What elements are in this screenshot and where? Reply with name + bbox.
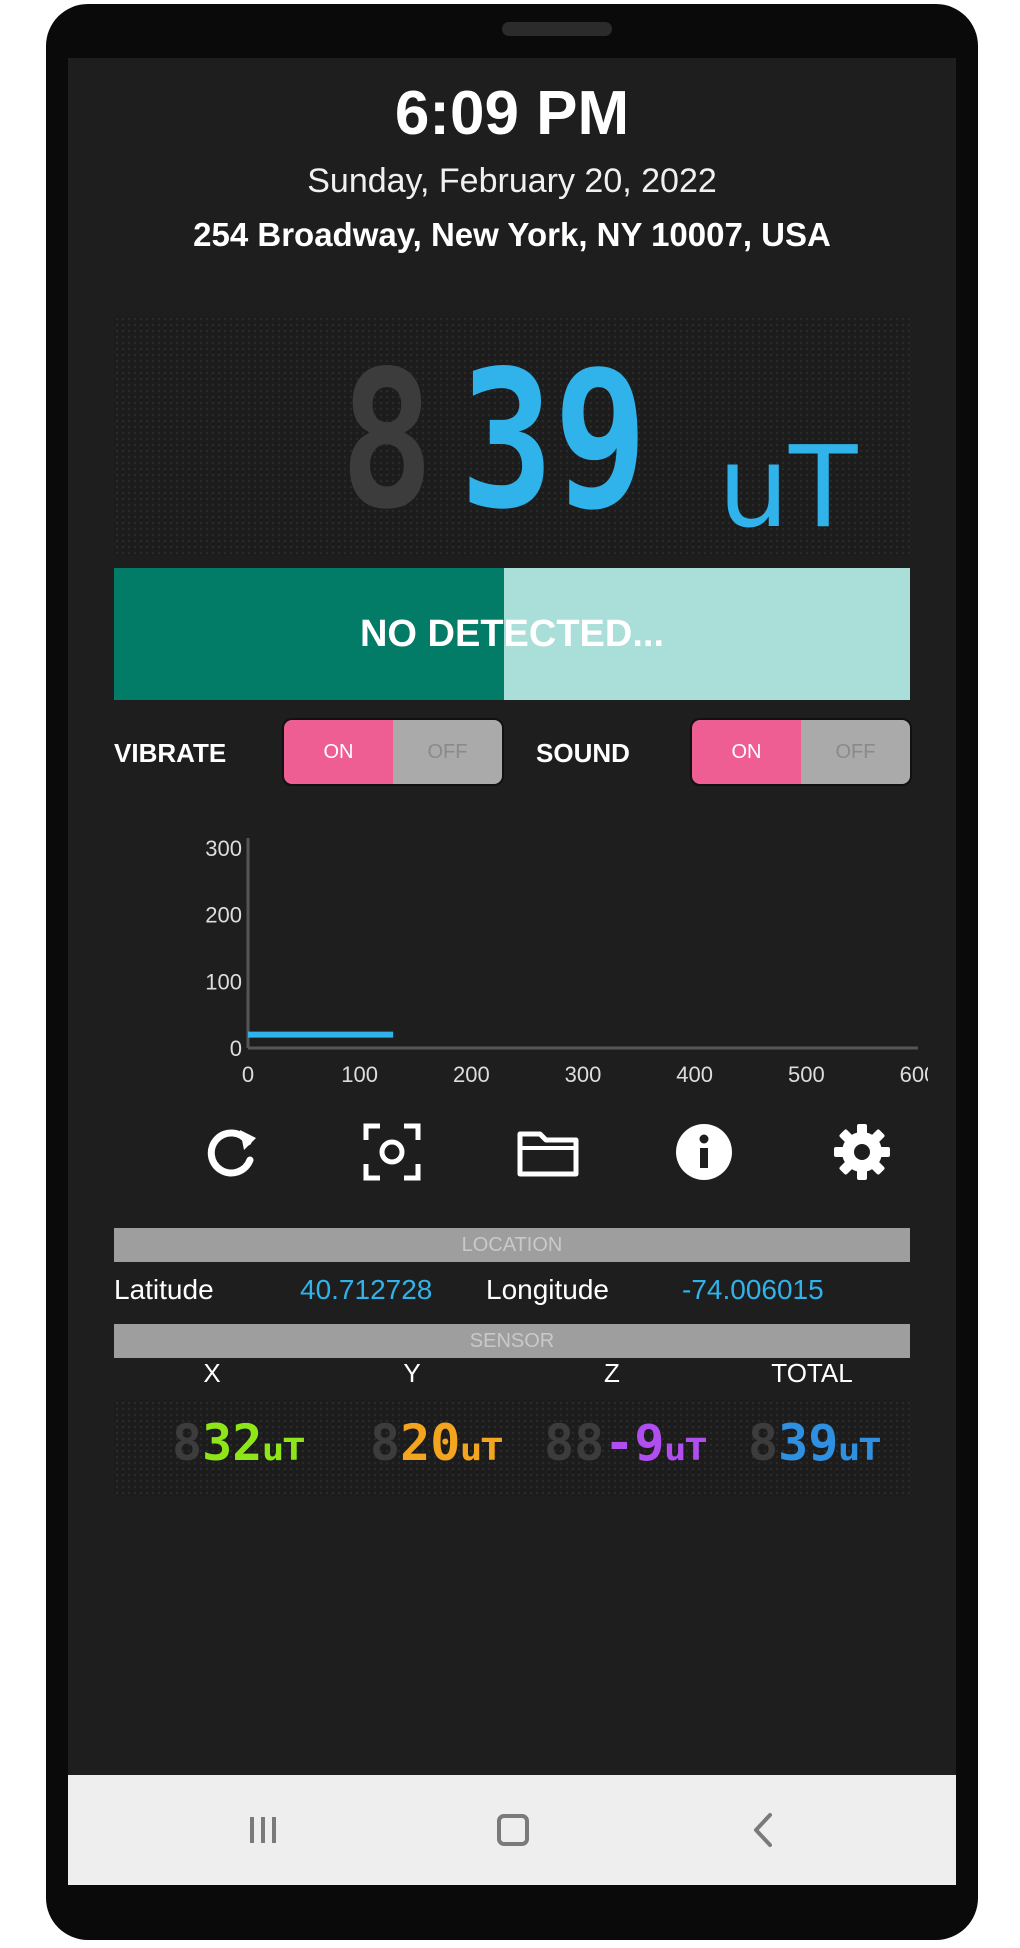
- chart-x-tick-label: 300: [565, 1062, 602, 1087]
- sound-toggle[interactable]: ON OFF: [692, 720, 910, 784]
- speaker-grille: [502, 22, 612, 36]
- chart-x-tick-label: 500: [788, 1062, 825, 1087]
- chart-x-tick-label: 200: [453, 1062, 490, 1087]
- vibrate-off-option[interactable]: OFF: [393, 720, 502, 784]
- sensor-x-ghost: 8: [172, 1414, 203, 1472]
- chart-y-tick-label: 300: [205, 836, 242, 861]
- sensor-total-unit: uT: [838, 1433, 881, 1468]
- back-icon[interactable]: [738, 1805, 788, 1855]
- current-address: 254 Broadway, New York, NY 10007, USA: [193, 216, 831, 253]
- sensor-x-unit: uT: [262, 1433, 305, 1468]
- recent-apps-icon[interactable]: [238, 1805, 288, 1855]
- sensor-y-unit: uT: [460, 1433, 503, 1468]
- sensor-readings-display: 832uT 820uT 88-9uT 839uT: [114, 1400, 910, 1496]
- chart-x-tick-label: 600: [900, 1062, 928, 1087]
- chart-x-tick-label: 0: [242, 1062, 254, 1087]
- field-strength-value: 39: [460, 330, 648, 551]
- location-section-header: LOCATION: [114, 1228, 910, 1262]
- field-strength-unit: uT: [718, 423, 858, 553]
- history-chart: 0 100 200 300 0 100 200 300 400 500 600: [205, 836, 928, 1087]
- vibrate-toggle[interactable]: ON OFF: [284, 720, 502, 784]
- app-screen: 6:09 PM Sunday, February 20, 2022 254 Br…: [68, 58, 956, 1775]
- detection-status-bar: NO DETECTED...: [114, 568, 910, 700]
- sensor-total-value: 39: [778, 1414, 839, 1472]
- screenshot-icon[interactable]: [358, 1118, 426, 1186]
- info-icon[interactable]: [670, 1118, 738, 1186]
- latitude-value: 40.712728: [300, 1274, 433, 1305]
- system-navigation-bar: [68, 1775, 956, 1885]
- settings-icon[interactable]: [828, 1118, 896, 1186]
- chart-y-tick-label: 0: [230, 1036, 242, 1061]
- toolbar: [68, 1098, 956, 1218]
- vibrate-on-option[interactable]: ON: [284, 720, 393, 784]
- sensor-y-ghost: 8: [370, 1414, 401, 1472]
- detection-status-text: NO DETECTED...: [359, 612, 665, 655]
- sensor-x-value: 32: [202, 1414, 263, 1472]
- sensor-section-header: SENSOR: [114, 1324, 910, 1358]
- sensor-reading-x: 832uT: [172, 1418, 304, 1468]
- chart-y-tick-label: 100: [205, 969, 242, 994]
- sensor-axis-label-y: Y: [403, 1358, 421, 1388]
- home-icon[interactable]: [488, 1805, 538, 1855]
- clock-date: Sunday, February 20, 2022: [307, 162, 717, 200]
- chart-y-tick-label: 200: [205, 903, 242, 928]
- longitude-value: -74.006015: [682, 1274, 824, 1305]
- latitude-label: Latitude: [114, 1274, 214, 1305]
- folder-icon[interactable]: [514, 1118, 582, 1186]
- clock-time: 6:09 PM: [394, 79, 630, 148]
- ghost-digit: 8: [340, 330, 434, 551]
- sensor-z-ghost: 88: [544, 1414, 605, 1472]
- sensor-axis-label-total: TOTAL: [771, 1358, 853, 1388]
- refresh-icon[interactable]: [198, 1118, 266, 1186]
- longitude-label: Longitude: [486, 1274, 610, 1305]
- sensor-reading-z: 88-9uT: [544, 1418, 706, 1468]
- vibrate-label: VIBRATE: [114, 738, 227, 768]
- sensor-y-value: 20: [400, 1414, 461, 1472]
- sensor-axis-label-x: X: [203, 1358, 221, 1388]
- chart-x-tick-label: 400: [676, 1062, 713, 1087]
- sound-off-option[interactable]: OFF: [801, 720, 910, 784]
- sensor-axis-label-z: Z: [604, 1358, 620, 1388]
- sound-label: SOUND: [536, 738, 630, 768]
- sensor-total-ghost: 8: [748, 1414, 779, 1472]
- sensor-reading-y: 820uT: [370, 1418, 502, 1468]
- chart-x-tick-label: 100: [341, 1062, 378, 1087]
- sensor-z-unit: uT: [664, 1433, 707, 1468]
- sensor-reading-total: 839uT: [748, 1418, 880, 1468]
- main-reading-display: 8 39 uT: [114, 316, 910, 556]
- sound-on-option[interactable]: ON: [692, 720, 801, 784]
- sensor-z-value: -9: [604, 1414, 665, 1472]
